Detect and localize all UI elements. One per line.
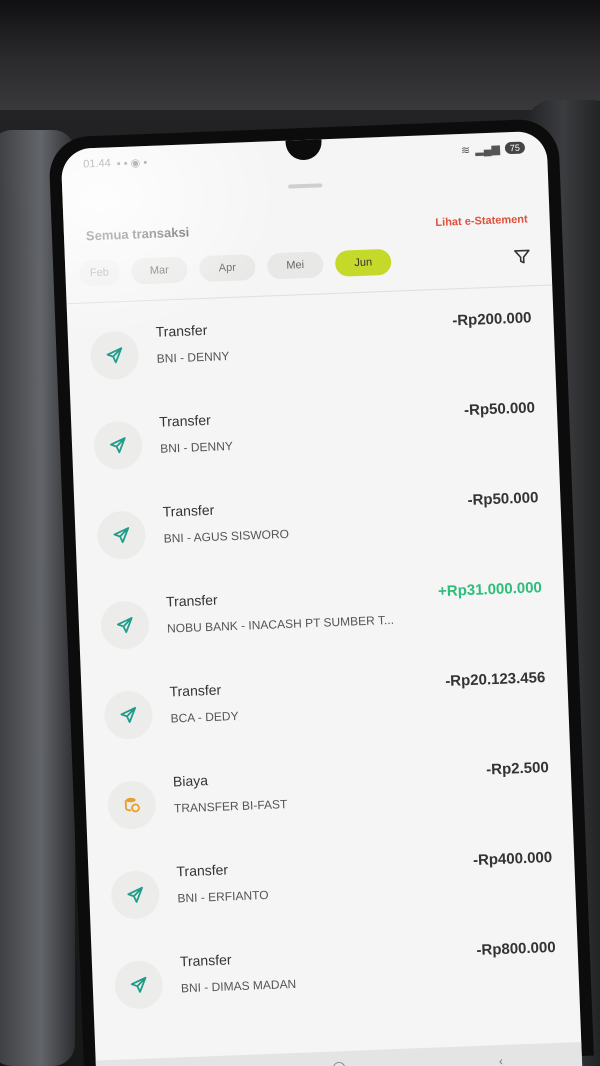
system-nav-bar: ||| ◯ ‹ bbox=[95, 1041, 583, 1066]
month-chip-apr[interactable]: Apr bbox=[198, 253, 256, 283]
notification-icons: ▪ ▪ ◉ • bbox=[116, 156, 148, 170]
transaction-text: Transfer BNI - AGUS SISWORO bbox=[162, 488, 469, 546]
transaction-subtitle: BCA - DEDY bbox=[170, 708, 239, 726]
transaction-text: Transfer NOBU BANK - INACASH PT SUMBER T.… bbox=[165, 579, 440, 636]
transaction-title: Transfer bbox=[169, 681, 222, 700]
phone-frame: 01.44 ▪ ▪ ◉ • ≋ ▂▄▆ 75 Semua transaksi L… bbox=[48, 118, 594, 1066]
transaction-subtitle: BNI - DIMAS MADAN bbox=[180, 976, 297, 996]
home-icon[interactable]: ◯ bbox=[330, 1060, 348, 1066]
signal-icon: ▂▄▆ bbox=[475, 142, 501, 156]
send-icon bbox=[100, 600, 150, 651]
transaction-subtitle: BNI - ERFIANTO bbox=[177, 887, 269, 906]
transaction-amount: -Rp2.500 bbox=[485, 759, 550, 779]
estatement-link[interactable]: Lihat e-Statement bbox=[435, 213, 528, 229]
transaction-subtitle: BNI - DENNY bbox=[159, 438, 234, 456]
transaction-text: Transfer BCA - DEDY bbox=[169, 669, 446, 726]
month-chip-mar[interactable]: Mar bbox=[130, 256, 188, 285]
transaction-amount: +Rp31.000.000 bbox=[437, 579, 543, 601]
sheet-drag-handle[interactable] bbox=[288, 183, 323, 189]
transaction-subtitle: NOBU BANK - INACASH PT SUMBER T... bbox=[166, 612, 395, 636]
transaction-title: Transfer bbox=[176, 861, 229, 880]
transaction-title: Transfer bbox=[165, 591, 218, 610]
transaction-text: Transfer BNI - ERFIANTO bbox=[176, 848, 474, 905]
filter-icon bbox=[514, 249, 530, 264]
transaction-title: Transfer bbox=[158, 411, 212, 430]
send-icon bbox=[96, 510, 147, 561]
transaction-text: Transfer BNI - DENNY bbox=[155, 308, 453, 366]
transaction-amount: -Rp20.123.456 bbox=[444, 669, 546, 690]
transaction-text: Biaya TRANSFER BI-FAST bbox=[173, 757, 488, 815]
send-icon bbox=[113, 960, 164, 1010]
phone-screen: 01.44 ▪ ▪ ◉ • ≋ ▂▄▆ 75 Semua transaksi L… bbox=[60, 130, 583, 1066]
transaction-title: Transfer bbox=[179, 951, 232, 970]
month-filter: Feb Mar Apr Mei Jun bbox=[78, 243, 534, 287]
transaction-amount: -Rp50.000 bbox=[463, 399, 536, 420]
status-left: 01.44 ▪ ▪ ◉ • bbox=[83, 156, 147, 171]
transaction-subtitle: BNI - AGUS SISWORO bbox=[163, 526, 290, 546]
transaction-amount: -Rp50.000 bbox=[467, 489, 539, 509]
month-chip-mei[interactable]: Mei bbox=[266, 251, 324, 280]
wifi-icon: ≋ bbox=[460, 144, 471, 157]
month-chip-feb[interactable]: Feb bbox=[78, 259, 120, 287]
status-bar: 01.44 ▪ ▪ ◉ • ≋ ▂▄▆ 75 bbox=[61, 131, 548, 182]
transaction-title: Biaya bbox=[172, 772, 209, 790]
transaction-amount: -Rp200.000 bbox=[451, 309, 532, 330]
transaction-title: Transfer bbox=[162, 501, 215, 520]
back-icon[interactable]: ‹ bbox=[492, 1054, 510, 1066]
send-icon bbox=[93, 420, 143, 471]
send-icon bbox=[110, 870, 161, 920]
send-icon bbox=[89, 330, 140, 381]
transaction-text: Transfer BNI - DIMAS MADAN bbox=[179, 938, 477, 995]
month-chip-jun[interactable]: Jun bbox=[334, 248, 392, 277]
page-title: Semua transaksi bbox=[85, 224, 190, 244]
battery-badge: 75 bbox=[504, 141, 526, 155]
status-time: 01.44 bbox=[83, 157, 111, 171]
transaction-text: Transfer BNI - DENNY bbox=[159, 398, 466, 456]
transaction-amount: -Rp800.000 bbox=[476, 938, 556, 959]
transaction-row[interactable]: Transfer BNI - DIMAS MADAN -Rp800.000 bbox=[91, 924, 580, 1033]
coins-icon bbox=[106, 780, 157, 830]
send-icon bbox=[103, 690, 154, 741]
filter-button[interactable] bbox=[511, 245, 534, 268]
transaction-subtitle: BNI - DENNY bbox=[156, 348, 230, 366]
transaction-title: Transfer bbox=[155, 321, 208, 340]
transactions-header: Semua transaksi Lihat e-Statement bbox=[86, 211, 528, 243]
transaction-amount: -Rp400.000 bbox=[472, 848, 553, 870]
desk-edge bbox=[0, 0, 600, 110]
transaction-subtitle: TRANSFER BI-FAST bbox=[173, 797, 288, 816]
transaction-list: Transfer BNI - DENNY -Rp200.000 Transfer BNI… bbox=[67, 295, 580, 1033]
status-right: ≋ ▂▄▆ 75 bbox=[460, 141, 526, 157]
